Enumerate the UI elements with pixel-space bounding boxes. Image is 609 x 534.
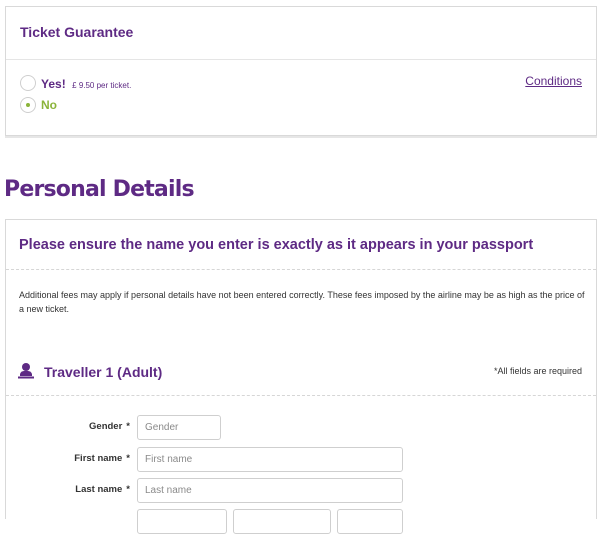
- yes-option[interactable]: Yes! £ 9.50 per ticket.: [41, 75, 131, 93]
- date-field[interactable]: [233, 509, 331, 534]
- date-field[interactable]: [337, 509, 403, 534]
- divider: [6, 395, 596, 396]
- divider: [6, 269, 596, 270]
- required-marker: *: [126, 453, 130, 464]
- date-field[interactable]: [137, 509, 227, 534]
- required-note: *All fields are required: [493, 366, 582, 376]
- personal-details-panel: Please ensure the name you enter is exac…: [5, 219, 597, 534]
- yes-label: Yes!: [41, 77, 66, 91]
- personal-details-heading: Personal Details: [4, 177, 195, 202]
- first-name-label-text: First name: [74, 453, 123, 464]
- ticket-guarantee-title: Ticket Guarantee: [20, 24, 134, 40]
- first-name-input[interactable]: [137, 447, 403, 472]
- first-name-label: First name *: [19, 453, 130, 464]
- gender-label-text: Gender: [89, 421, 123, 432]
- no-radio[interactable]: [20, 97, 36, 113]
- ticket-guarantee-panel: Ticket Guarantee Yes! £ 9.50 per ticket.…: [5, 6, 597, 136]
- person-icon: [18, 362, 34, 385]
- required-marker: *: [126, 421, 130, 432]
- traveller-title: Traveller 1 (Adult): [44, 364, 163, 380]
- yes-price: £ 9.50 per ticket.: [72, 81, 132, 90]
- yes-radio[interactable]: [20, 75, 36, 91]
- passport-notice: Please ensure the name you enter is exac…: [19, 237, 534, 253]
- divider: [6, 59, 596, 60]
- gender-select[interactable]: [137, 415, 221, 440]
- no-label[interactable]: No: [41, 98, 57, 112]
- last-name-label-text: Last name: [75, 484, 123, 495]
- conditions-link[interactable]: Conditions: [525, 74, 582, 88]
- fees-note: Additional fees may apply if personal de…: [19, 290, 585, 314]
- last-name-input[interactable]: [137, 478, 403, 503]
- gender-label: Gender *: [19, 421, 130, 432]
- last-name-label: Last name *: [19, 484, 130, 495]
- required-marker: *: [126, 484, 130, 495]
